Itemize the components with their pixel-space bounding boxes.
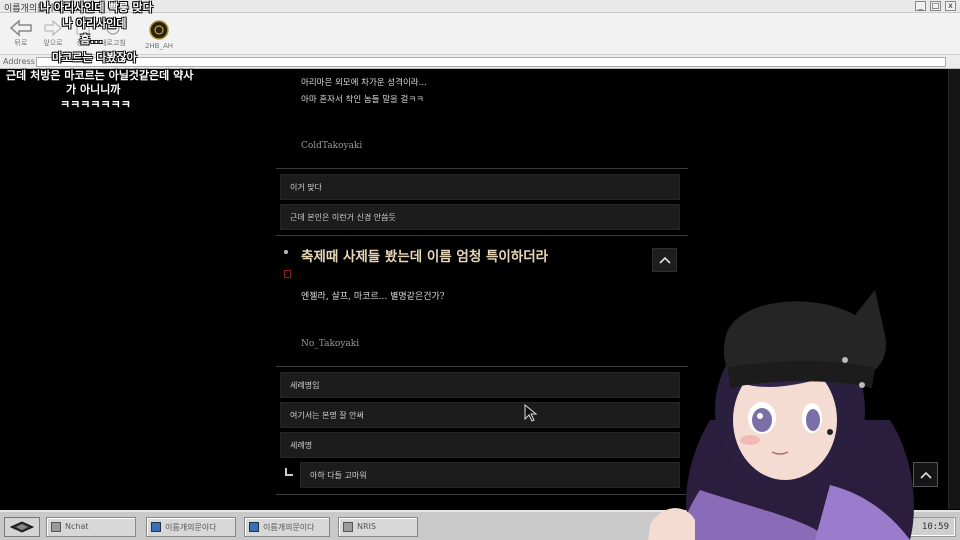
taskbar-item-label: 이름개의문이다	[263, 523, 315, 532]
reply-text: 세례명	[290, 441, 313, 450]
divider	[276, 235, 688, 236]
taskbar-item-label: 이름개의문이다	[165, 523, 217, 532]
taskbar-item[interactable]: NRIS	[338, 517, 418, 537]
browser-toolbar: 뒤로 앞으로 중지 새로고침 2HB_AH	[0, 13, 960, 55]
start-button[interactable]	[4, 517, 40, 537]
address-label: Address	[3, 57, 35, 66]
taskbar-item[interactable]: 이름개의문이다	[146, 517, 236, 537]
chat-line: 근데 처방은 마코르는 아닐것같은데 약사	[6, 69, 194, 82]
taskbar-item[interactable]: Nchat	[46, 517, 136, 537]
taskbar-item[interactable]: 이름개의문이다	[244, 517, 330, 537]
reply-text: 여기서는 본명 잘 안써	[290, 411, 364, 420]
sub-reply-arrow-icon	[285, 468, 293, 476]
post-body-line: 아리마은 외모에 차가운 성격이라...	[301, 78, 427, 88]
back-arrow-icon	[9, 19, 32, 37]
chevron-up-icon	[658, 256, 671, 264]
post-title[interactable]: 축제때 사제들 봤는데 이름 엄청 특이하더라	[301, 245, 548, 265]
taskbar-item-label: NRIS	[357, 522, 376, 531]
forum-thread: 아리마은 외모에 차가운 성격이라... 아마 혼자서 착인 놈들 말을 걸ㅋㅋ…	[276, 70, 688, 510]
streamer-avatar	[648, 290, 914, 540]
post-author[interactable]: ColdTakoyaki	[301, 141, 362, 151]
back-button[interactable]: 뒤로	[4, 17, 38, 51]
bullet-icon	[284, 250, 288, 254]
mouse-cursor-icon	[524, 404, 538, 422]
post-body-line: 아마 혼자서 착인 놈들 말을 걸ㅋㅋ	[301, 95, 424, 105]
maximize-button[interactable]: □	[930, 1, 941, 11]
address-bar: Address	[0, 55, 960, 69]
collapse-button[interactable]	[652, 248, 677, 272]
window-app-icon	[151, 522, 161, 532]
reply-item[interactable]: 이거 맞다	[280, 174, 680, 200]
reply-text: 세례명임	[290, 381, 320, 390]
back-label: 뒤로	[14, 39, 28, 47]
address-input[interactable]	[36, 57, 946, 67]
start-logo-icon	[9, 521, 35, 533]
taskbar-item-label: Nchat	[65, 522, 89, 531]
divider	[276, 168, 688, 169]
minimize-button[interactable]: _	[915, 1, 926, 11]
chat-line: 나 아리사인데	[62, 17, 127, 30]
chat-line: ㅋㅋㅋㅋㅋㅋㅋ	[60, 98, 131, 111]
emblem-label: 2HB_AH	[144, 42, 174, 50]
chat-line: 나 아리사인데 빡룡 맞다	[40, 1, 153, 14]
sub-reply-item[interactable]: 아하 다들 고마워	[300, 462, 680, 488]
reply-text: 이거 맞다	[290, 183, 322, 192]
reply-item[interactable]: 세례명	[280, 432, 680, 458]
reply-item[interactable]: 근데 본인은 이런거 신경 안씀듯	[280, 204, 680, 230]
chat-line: 흠...	[80, 33, 103, 46]
chat-line: 마코르는 다봤잖아	[52, 51, 137, 64]
post-body: 엔젤라, 샬프, 마코르... 별명같은건가?	[301, 292, 445, 302]
post-body: 아리마은 외모에 차가운 성격이라... 아마 혼자서 착인 놈들 말을 걸ㅋㅋ	[301, 75, 427, 109]
window-app-icon	[343, 522, 353, 532]
divider	[276, 494, 688, 495]
reply-item[interactable]: 여기서는 본명 잘 안써	[280, 402, 680, 428]
report-icon[interactable]	[284, 270, 291, 278]
emblem-icon	[149, 20, 169, 40]
chat-line: 가 아니니까	[66, 83, 121, 96]
reply-text: 근데 본인은 이런거 신경 안씀듯	[290, 213, 396, 222]
close-button[interactable]: x	[945, 1, 956, 11]
divider	[276, 366, 688, 367]
forward-label: 앞으로	[43, 39, 63, 47]
forward-arrow-icon	[44, 19, 62, 37]
emblem-button[interactable]: 2HB_AH	[143, 17, 175, 51]
window-app-icon	[249, 522, 259, 532]
reply-text: 아하 다들 고마워	[310, 471, 367, 480]
post-author[interactable]: No_Takoyaki	[301, 339, 359, 349]
window-app-icon	[51, 522, 61, 532]
reply-item[interactable]: 세례명임	[280, 372, 680, 398]
